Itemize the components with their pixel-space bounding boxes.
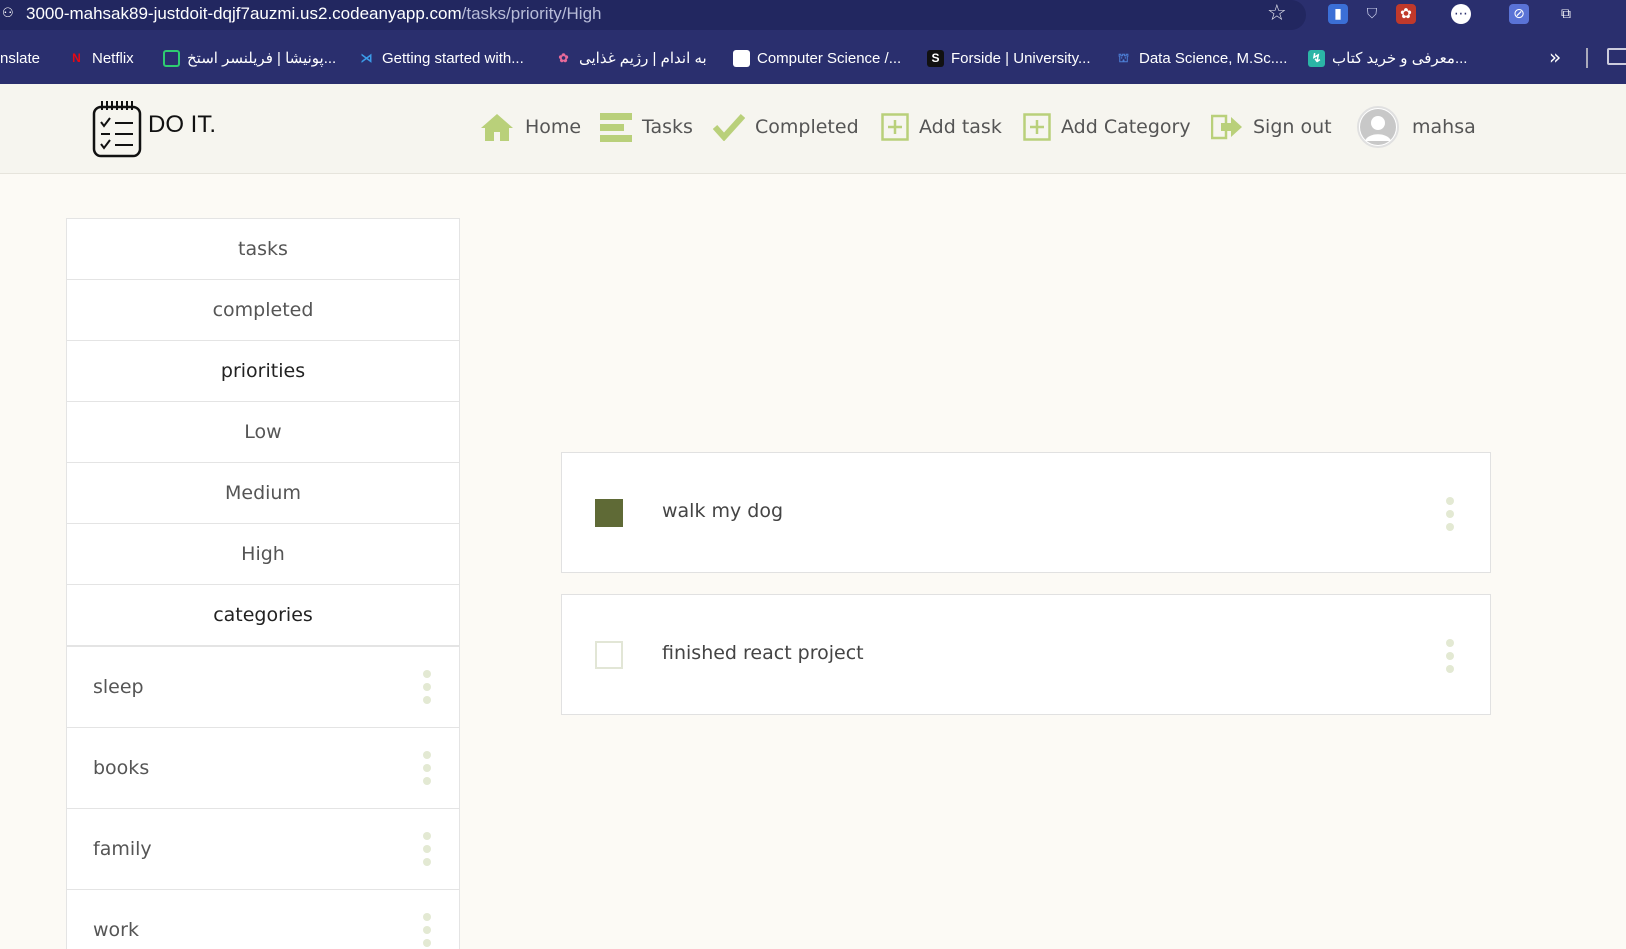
sidebar-item-category[interactable]: books (67, 728, 459, 809)
institution-icon: ⛫ (1117, 50, 1130, 65)
divider (1586, 48, 1588, 68)
task-checkbox[interactable] (595, 499, 623, 527)
site-info-icon[interactable]: ⚇ (2, 6, 14, 21)
ponisha-icon (163, 49, 180, 67)
browser-address-bar: ⚇ 3000-mahsak89-justdoit-dqjf7auzmi.us2.… (0, 0, 1626, 30)
more-options-icon[interactable] (423, 751, 431, 785)
sidebar-item-priority-medium[interactable]: Medium (67, 463, 459, 524)
nav-add-task-label: Add task (919, 116, 1002, 138)
shield-extension-icon[interactable]: ⛉ (1362, 4, 1382, 24)
category-label: work (93, 919, 139, 941)
task-card: finished react project (561, 594, 1491, 715)
nav-add-category[interactable]: Add Category (1023, 110, 1191, 144)
bookmark-item[interactable]: ⛫ Data Science, M.Sc.... (1115, 47, 1287, 69)
sidebar-header-categories: categories (67, 585, 459, 646)
extension-icon[interactable]: ⋯ (1451, 4, 1471, 24)
app-navbar: DO IT. Home Tasks Completed Add task Add… (0, 84, 1626, 174)
sidebar-item-completed[interactable]: completed (67, 280, 459, 341)
extensions-puzzle-icon[interactable]: ⧉ (1556, 4, 1576, 24)
url-text: 3000-mahsak89-justdoit-dqjf7auzmi.us2.co… (26, 4, 602, 23)
nav-tasks[interactable]: Tasks (600, 110, 693, 144)
sidebar: tasks completed priorities Low Medium Hi… (66, 218, 460, 949)
more-bookmarks-icon[interactable]: » (1549, 45, 1561, 69)
extension-icon[interactable]: ▮ (1328, 4, 1348, 24)
sidebar-item-tasks[interactable]: tasks (67, 219, 459, 280)
more-options-icon[interactable] (423, 670, 431, 704)
bookmark-item[interactable]: ⋊ Getting started with... (358, 47, 524, 69)
vscode-icon: ⋊ (360, 50, 373, 65)
university-icon: S (927, 49, 944, 67)
bookmark-item[interactable]: nslate (0, 47, 40, 69)
nav-home[interactable]: Home (479, 110, 581, 144)
vpn-extension-icon[interactable]: ⊘ (1509, 4, 1529, 24)
url-field[interactable]: ⚇ 3000-mahsak89-justdoit-dqjf7auzmi.us2.… (0, 0, 1306, 30)
sign-out-icon (1211, 114, 1242, 140)
sidebar-item-category[interactable]: work (67, 890, 459, 949)
netflix-icon: N (72, 50, 81, 65)
bookmark-item[interactable]: S Forside | University... (927, 47, 1090, 69)
checklist-logo-icon[interactable] (92, 100, 142, 158)
sidebar-item-priority-high[interactable]: High (67, 524, 459, 585)
category-list: sleep books family work (67, 646, 459, 949)
bookmark-item[interactable]: ✿ به اندام | رژیم غذایی (555, 47, 706, 69)
task-checkbox[interactable] (595, 641, 623, 669)
more-options-icon[interactable] (423, 832, 431, 866)
nav-completed-label: Completed (755, 116, 859, 138)
category-label: sleep (93, 676, 144, 698)
bookmarks-bar: nslate N Netflix پونیشا | فریلنسر استخ...… (0, 30, 1626, 84)
sidebar-item-category[interactable]: family (67, 809, 459, 890)
sidebar-item-priority-low[interactable]: Low (67, 402, 459, 463)
nav-sign-out-label: Sign out (1253, 116, 1332, 138)
more-options-icon[interactable] (423, 913, 431, 947)
task-title[interactable]: finished react project (662, 642, 864, 664)
nav-tasks-label: Tasks (642, 116, 693, 138)
nav-username[interactable]: mahsa (1412, 110, 1476, 144)
more-options-icon[interactable] (1446, 497, 1454, 531)
bookmark-item[interactable]: ↯ معرفی و خرید کتاب... (1308, 47, 1467, 69)
more-options-icon[interactable] (1446, 639, 1454, 673)
bookmark-item[interactable]: Computer Science /... (733, 47, 901, 69)
plus-square-icon (881, 113, 909, 141)
extension-icon[interactable]: ✿ (1396, 4, 1416, 24)
home-icon (481, 114, 513, 141)
bookstore-icon: ↯ (1308, 49, 1325, 67)
check-icon (713, 113, 745, 141)
bookmark-star-icon[interactable]: ☆ (1267, 1, 1287, 26)
avatar[interactable] (1357, 106, 1399, 148)
nav-home-label: Home (525, 116, 582, 138)
beandam-icon: ✿ (558, 50, 569, 65)
sidebar-header-priorities: priorities (67, 341, 459, 402)
bookmark-item[interactable]: N Netflix (68, 47, 134, 69)
plus-square-icon (1023, 113, 1051, 141)
task-card: walk my dog (561, 452, 1491, 573)
category-label: books (93, 757, 150, 779)
list-icon (600, 113, 632, 142)
nav-completed[interactable]: Completed (713, 110, 859, 144)
nav-add-category-label: Add Category (1061, 116, 1191, 138)
study-icon (733, 49, 750, 67)
user-icon (1360, 109, 1396, 145)
category-label: family (93, 838, 152, 860)
nav-add-task[interactable]: Add task (881, 110, 1002, 144)
folder-icon[interactable] (1607, 48, 1626, 65)
brand-title[interactable]: DO IT. (148, 111, 216, 139)
sidebar-item-category[interactable]: sleep (67, 647, 459, 728)
task-title[interactable]: walk my dog (662, 500, 783, 522)
bookmark-item[interactable]: پونیشا | فریلنسر استخ... (163, 47, 336, 69)
username-label: mahsa (1412, 116, 1476, 138)
nav-sign-out[interactable]: Sign out (1211, 110, 1332, 144)
